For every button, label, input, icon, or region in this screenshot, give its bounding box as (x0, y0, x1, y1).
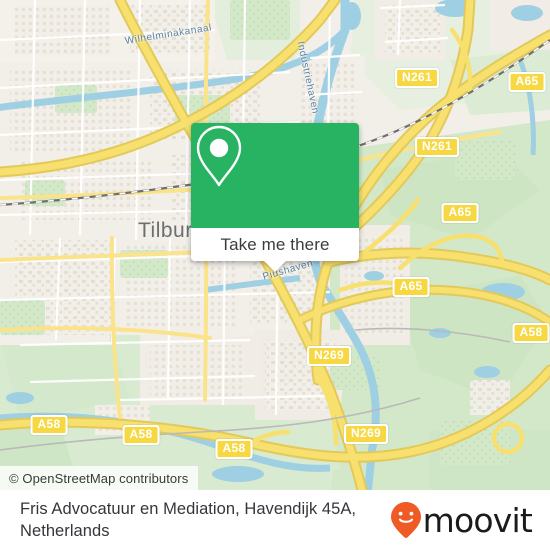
callout-pointer-tail (263, 260, 287, 272)
road-shield-a58: A58 (215, 439, 253, 459)
road-shield-a58: A58 (122, 425, 160, 445)
road-shield-n261: N261 (415, 137, 459, 157)
map-canvas[interactable]: Tilburg Wilhelminakanaal Industriehaven … (0, 0, 550, 490)
map-screenshot-page: Tilburg Wilhelminakanaal Industriehaven … (0, 0, 550, 550)
road-shield-a58: A58 (30, 415, 68, 435)
take-me-there-callout[interactable]: Take me there (191, 123, 359, 272)
road-shield-n269: N269 (307, 346, 351, 366)
moovit-brand[interactable]: moovit (390, 500, 533, 540)
road-shield-a65: A65 (441, 203, 479, 223)
attribution-text: © OpenStreetMap contributors (9, 470, 189, 486)
road-shield-a58: A58 (512, 323, 550, 343)
moovit-smiley-pin-icon (390, 502, 421, 538)
road-shield-a65: A65 (508, 72, 546, 92)
osm-attribution[interactable]: © OpenStreetMap contributors (0, 466, 199, 490)
take-me-there-button[interactable]: Take me there (191, 228, 359, 261)
road-shield-n261: N261 (395, 68, 439, 88)
location-title: Fris Advocatuur en Mediation, Havendijk … (20, 500, 357, 540)
road-shield-n269: N269 (344, 424, 388, 444)
moovit-wordmark: moovit (422, 500, 533, 540)
road-shield-a65: A65 (392, 277, 430, 297)
callout-icon-area (191, 123, 359, 228)
map-pin-icon (196, 125, 242, 187)
footer-bar: Fris Advocatuur en Mediation, Havendijk … (0, 490, 550, 550)
take-me-there-label: Take me there (220, 234, 330, 254)
